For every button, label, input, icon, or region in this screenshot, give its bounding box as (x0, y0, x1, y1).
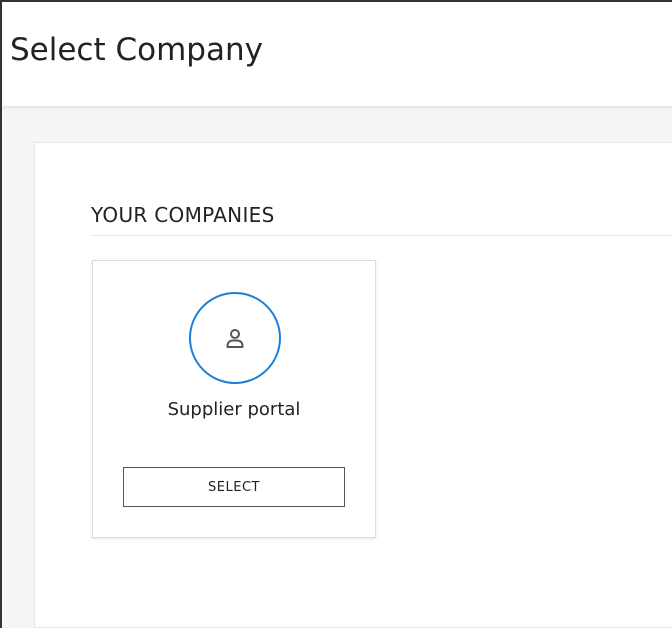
company-card: Supplier portal SELECT (92, 260, 376, 538)
user-icon (226, 329, 244, 348)
company-avatar (189, 292, 281, 384)
section-heading: YOUR COMPANIES (91, 203, 275, 227)
companies-panel: YOUR COMPANIES Supplier portal SELECT (34, 142, 672, 628)
page-header: Select Company (2, 2, 672, 106)
page-title: Select Company (10, 32, 263, 68)
select-company-button[interactable]: SELECT (123, 467, 345, 507)
app-frame: Select Company YOUR COMPANIES Supplier p… (0, 0, 672, 628)
section-divider (91, 235, 672, 236)
company-name: Supplier portal (167, 399, 301, 420)
